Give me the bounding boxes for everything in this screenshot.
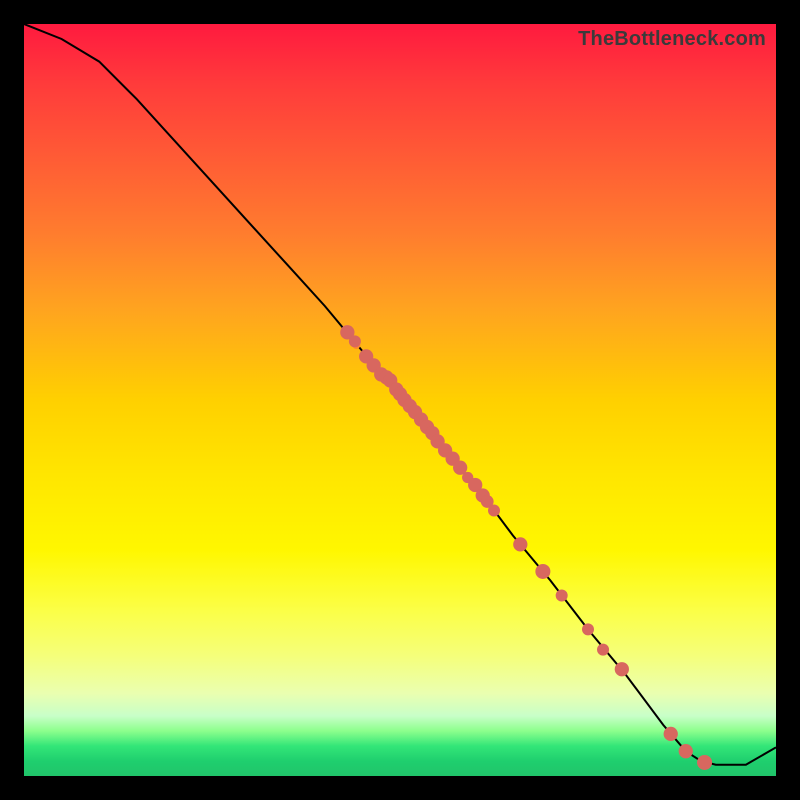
data-marker bbox=[597, 644, 609, 656]
data-marker bbox=[488, 505, 500, 517]
data-marker bbox=[582, 623, 594, 635]
marker-group bbox=[340, 325, 712, 770]
data-marker bbox=[615, 662, 629, 676]
data-marker bbox=[664, 727, 678, 741]
plot-area: TheBottleneck.com bbox=[24, 24, 776, 776]
data-marker bbox=[679, 744, 693, 758]
data-marker bbox=[556, 590, 568, 602]
data-marker bbox=[349, 335, 361, 347]
chart-svg bbox=[24, 24, 776, 776]
data-marker bbox=[697, 755, 712, 770]
data-marker bbox=[513, 537, 527, 551]
data-marker bbox=[535, 564, 550, 579]
